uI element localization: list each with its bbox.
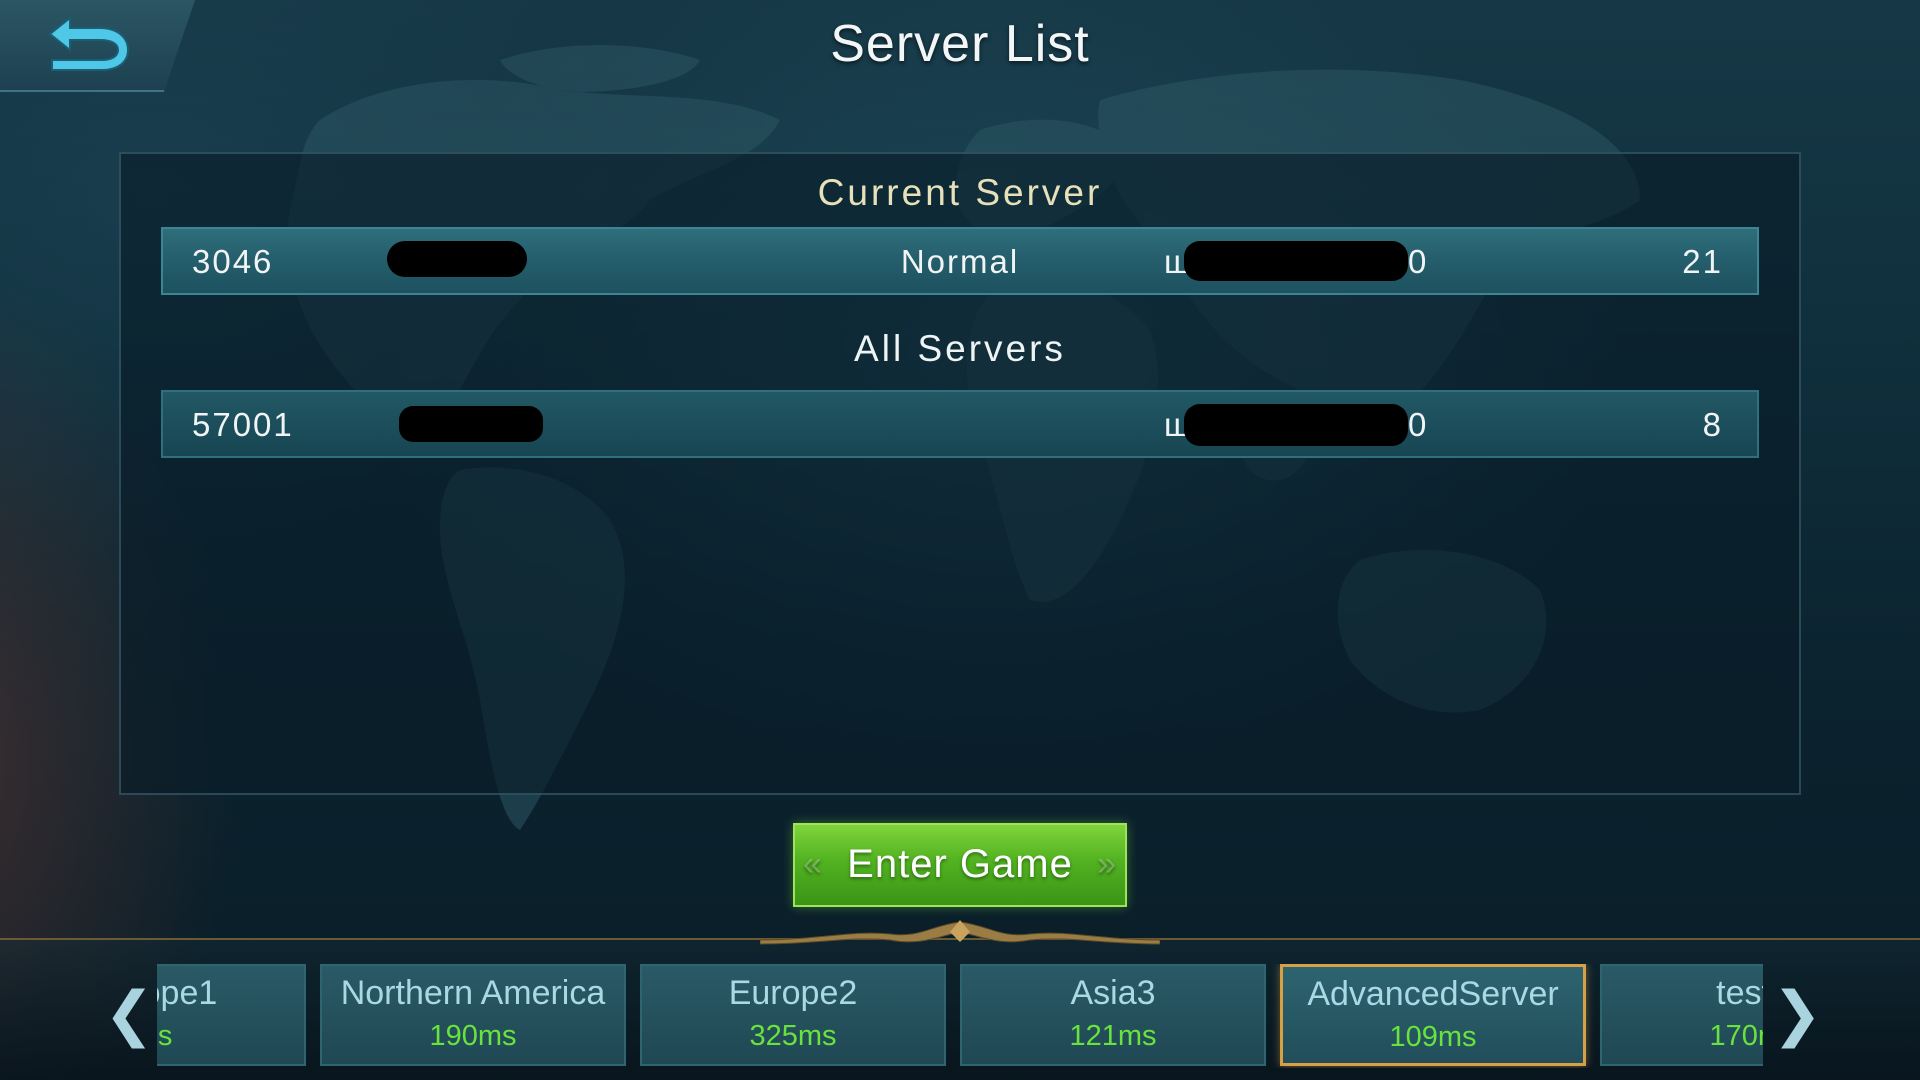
redacted-server-name <box>399 406 543 442</box>
all-servers-title: All Servers <box>854 328 1066 369</box>
region-name: Europe2 <box>728 974 858 1012</box>
region-name: Europe1 <box>157 974 218 1012</box>
server-panel: Current Server 3046 Normal ш 0 21 All Se… <box>119 152 1801 795</box>
redacted-server-address <box>1184 241 1408 281</box>
server-address-suffix: 0 <box>1408 243 1429 280</box>
server-id: 57001 <box>192 406 294 443</box>
chevron-right-icon: » <box>1097 845 1117 883</box>
region-tab-advancedserver[interactable]: AdvancedServer 109ms <box>1280 964 1586 1066</box>
region-name: test5 <box>1716 974 1763 1012</box>
redacted-server-address <box>1184 404 1408 446</box>
current-server-title: Current Server <box>817 172 1103 213</box>
region-ping: 109ms <box>1389 1021 1477 1053</box>
region-name: Asia3 <box>1070 974 1156 1012</box>
server-address-suffix: 0 <box>1408 406 1429 443</box>
region-name: Northern America <box>340 974 606 1012</box>
region-name: AdvancedServer <box>1307 975 1559 1013</box>
current-server-row[interactable]: 3046 Normal ш 0 21 <box>161 227 1759 295</box>
page-title: Server List <box>830 15 1090 73</box>
region-ping: 190ms <box>429 1020 517 1052</box>
server-count: 21 <box>1682 243 1723 280</box>
server-count: 8 <box>1702 406 1723 443</box>
region-ping: 325ms <box>749 1020 837 1052</box>
region-ping: 170ms <box>1709 1020 1763 1052</box>
region-tabs: Europe1 ms Northern America 190ms Europe… <box>157 964 1763 1068</box>
region-next-arrow[interactable]: ❯ <box>1772 978 1822 1050</box>
enter-game-button[interactable]: « Enter Game » <box>793 823 1127 907</box>
region-tab-asia3[interactable]: Asia3 121ms <box>960 964 1266 1066</box>
server-status: Normal <box>900 243 1020 280</box>
region-ping: 121ms <box>1069 1020 1157 1052</box>
region-tab-europe2[interactable]: Europe2 325ms <box>640 964 946 1066</box>
region-tab-europe1[interactable]: Europe1 ms <box>157 964 306 1066</box>
chevron-left-icon: « <box>803 845 823 883</box>
region-prev-arrow[interactable]: ❮ <box>104 978 154 1050</box>
enter-game-label: Enter Game <box>847 842 1073 886</box>
ornament-divider-icon <box>760 920 1160 945</box>
server-row[interactable]: 57001 ш 0 8 <box>161 390 1759 458</box>
region-tab-test5[interactable]: test5 170ms <box>1600 964 1763 1066</box>
region-tab-northern-america[interactable]: Northern America 190ms <box>320 964 626 1066</box>
region-ping: ms <box>157 1020 173 1052</box>
